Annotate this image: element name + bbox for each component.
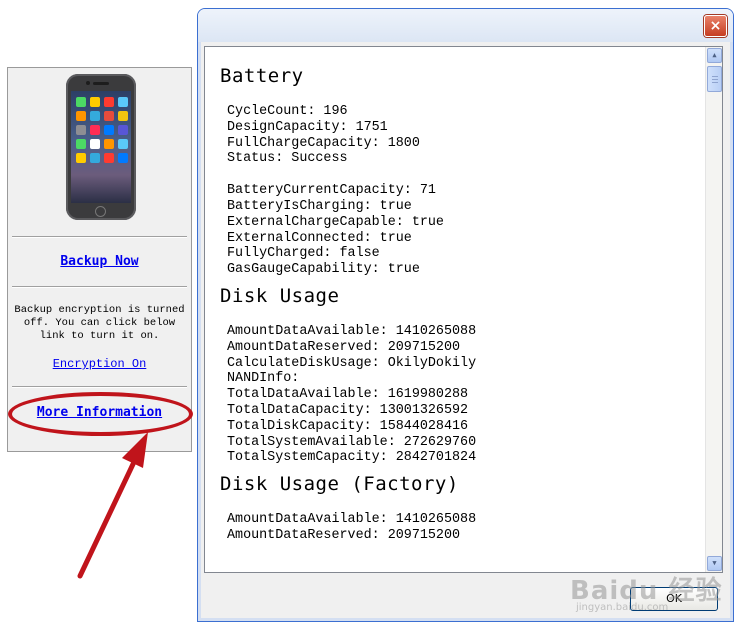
info-line: Status: Success — [227, 151, 348, 167]
info-line: BatteryIsCharging: true — [227, 198, 412, 214]
scroll-thumb[interactable] — [707, 66, 722, 92]
information-content: Battery CycleCount: 196 DesignCapacity: 17… — [204, 46, 723, 573]
info-line: ExternalChargeCapable: true — [227, 214, 444, 230]
info-line: FullChargeCapacity: 1800 — [227, 135, 420, 151]
info-line: TotalDiskCapacity: 15844028416 — [227, 418, 469, 434]
scroll-up-button[interactable]: ▲ — [707, 48, 722, 63]
info-line: AmountDataAvailable: 1410265088 — [227, 323, 477, 339]
info-line: TotalDataAvailable: 1619980288 — [227, 387, 469, 403]
info-group: CycleCount: 196 DesignCapacity: 1751 FullC… — [227, 104, 698, 167]
info-line: DesignCapacity: 1751 — [227, 119, 388, 135]
baidu-watermark: Baidu 经验 jingyan.baidu.com — [570, 576, 723, 613]
info-line: CycleCount: 196 — [227, 104, 348, 119]
info-line: TotalSystemCapacity: 2842701824 — [227, 450, 477, 466]
info-line: AmountDataReserved: 209715200 — [227, 527, 461, 543]
info-line: CalculateDiskUsage: OkilyDokily — [227, 355, 477, 371]
vertical-scrollbar[interactable]: ▲ ▼ — [705, 47, 722, 572]
scroll-down-button[interactable]: ▼ — [707, 556, 722, 571]
info-group: BatteryCurrentCapacity: 71 BatteryIsCharg… — [227, 183, 698, 278]
info-line: TotalSystemAvailable: 272629760 — [227, 434, 477, 450]
info-line: BatteryCurrentCapacity: 71 — [227, 183, 436, 199]
section-title: Disk Usage (Factory) — [220, 473, 459, 496]
info-line: GasGaugeCapability: true — [227, 262, 420, 278]
info-line: NANDInfo: — [227, 371, 300, 387]
info-line: FullyCharged: false — [227, 246, 380, 262]
info-group: AmountDataAvailable: 1410265088 AmountDat… — [227, 512, 698, 544]
information-sections: Battery CycleCount: 196 DesignCapacity: 17… — [220, 64, 698, 544]
information-dialog: × Battery CycleCount: 196 DesignCapacity: … — [197, 8, 734, 622]
section-title: Battery — [220, 65, 304, 87]
info-line: TotalDataCapacity: 13001326592 — [227, 402, 469, 418]
info-line: ExternalConnected: true — [227, 230, 412, 246]
dialog-titlebar[interactable]: × — [198, 9, 733, 42]
info-line: AmountDataReserved: 209715200 — [227, 339, 461, 355]
info-group: AmountDataAvailable: 1410265088 AmountDat… — [227, 324, 698, 466]
section-title: Disk Usage — [220, 284, 340, 307]
info-line: AmountDataAvailable: 1410265088 — [227, 512, 477, 528]
close-button[interactable]: × — [704, 15, 727, 37]
